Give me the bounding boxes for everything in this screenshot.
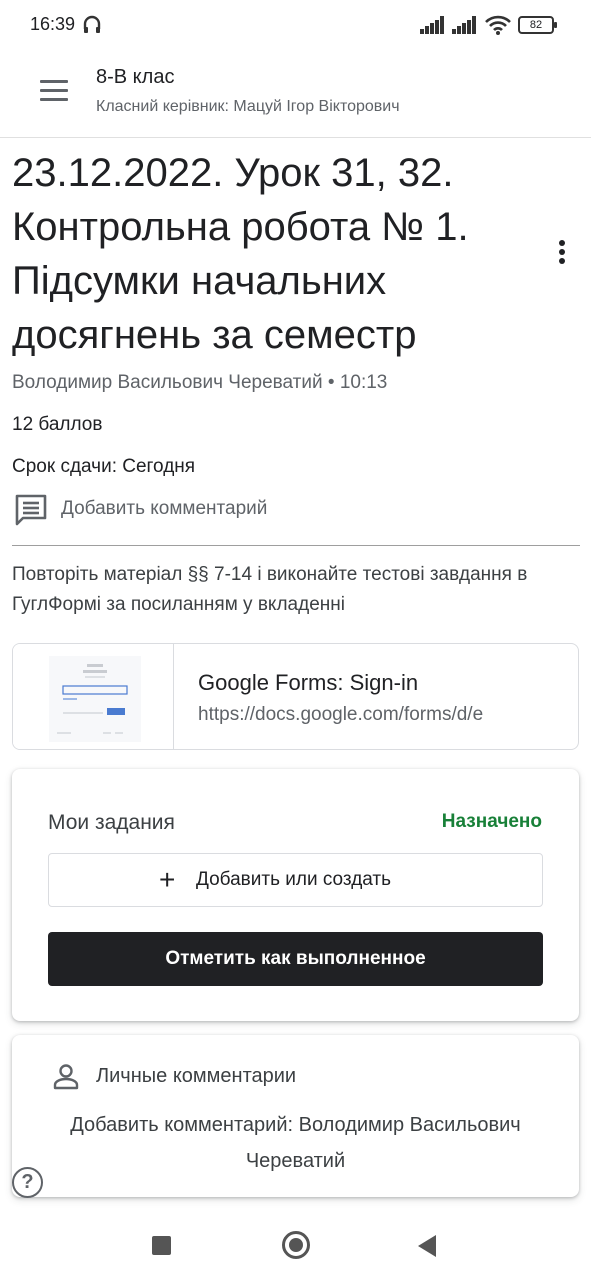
private-comments-title: Личные комментарии <box>96 1065 297 1087</box>
form-preview-image <box>49 656 141 742</box>
battery-level: 82 <box>529 19 543 31</box>
home-icon[interactable] <box>282 1231 310 1259</box>
back-icon[interactable] <box>418 1235 436 1257</box>
my-work-card: Мои задания Назначено + Добавить или соз… <box>12 769 579 1021</box>
assignment-title: 23.12.2022. Урок 31, 32. Контрольна робо… <box>12 151 469 357</box>
attachment-url: https://docs.google.com/forms/d/e <box>198 704 484 725</box>
attachment-title: Google Forms: Sign-in <box>198 670 419 695</box>
comment-icon <box>15 494 47 526</box>
system-navigation-bar <box>0 1212 591 1280</box>
class-teacher-subtitle: Класний керівник: Мацуй Ігор Вікторович <box>96 98 400 115</box>
add-or-create-button[interactable]: + Добавить или создать <box>48 853 543 907</box>
add-class-comment-button[interactable]: Добавить комментарий <box>12 492 412 528</box>
person-icon <box>53 1064 79 1090</box>
add-comment-label: Добавить комментарий <box>61 498 268 519</box>
status-bar: 16:39 82 <box>0 0 591 52</box>
attachment-thumbnail <box>13 644 174 749</box>
plus-icon: + <box>159 864 176 895</box>
signal-icon <box>452 16 476 34</box>
assignment-description: Повторіть матеріал §§ 7-14 і виконайте т… <box>12 564 528 615</box>
points-label: 12 баллов <box>12 414 103 435</box>
status-badge: Назначено <box>441 811 542 832</box>
recent-apps-icon[interactable] <box>152 1236 171 1255</box>
status-time: 16:39 <box>30 14 76 34</box>
wifi-icon <box>485 15 511 35</box>
headset-icon <box>83 15 101 33</box>
add-private-comment-button[interactable]: Добавить комментарий: Володимир Васильов… <box>52 1107 539 1179</box>
hamburger-menu-icon[interactable] <box>40 80 68 102</box>
add-or-create-label: Добавить или создать <box>196 869 392 890</box>
due-date-label: Срок сдачи: Сегодня <box>12 456 196 477</box>
battery-icon: 82 <box>518 16 557 34</box>
app-bar: 8-В клас Класний керівник: Мацуй Ігор Ві… <box>0 52 591 138</box>
more-options-icon[interactable] <box>556 240 568 270</box>
author-line: Володимир Васильович Череватий • 10:13 <box>12 372 388 393</box>
mark-as-done-button[interactable]: Отметить как выполненное <box>48 932 543 986</box>
class-title: 8-В клас <box>96 66 175 88</box>
my-work-title: Мои задания <box>48 811 175 834</box>
attachment-card[interactable]: Google Forms: Sign-in https://docs.googl… <box>12 643 579 750</box>
private-comments-card: Личные комментарии Добавить комментарий:… <box>12 1035 579 1197</box>
divider <box>12 545 580 546</box>
signal-icon <box>420 16 444 34</box>
help-icon[interactable]: ? <box>12 1167 43 1198</box>
